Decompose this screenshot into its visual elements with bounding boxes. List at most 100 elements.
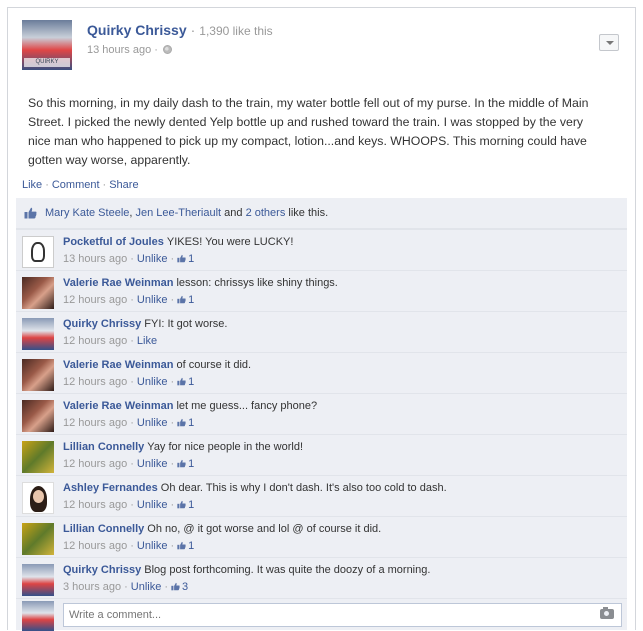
comment-like-toggle[interactable]: Unlike <box>137 417 168 429</box>
commenter-avatar[interactable] <box>22 523 54 555</box>
comment-like-count[interactable]: 1 <box>177 376 194 388</box>
likes-suffix: like this. <box>285 207 329 219</box>
comment-like-count[interactable]: 1 <box>177 294 194 306</box>
story-header: QUIRKY CHRISSY Quirky Chrissy·1,390 like… <box>22 20 625 80</box>
camera-icon[interactable] <box>600 607 614 619</box>
comment-item: Valerie Rae Weinman let me guess... fancy… <box>16 393 627 434</box>
author-line: Quirky Chrissy · 1,390 like this <box>87 22 273 38</box>
commenter-avatar[interactable] <box>22 318 54 350</box>
comment-meta: 12 hours ago · Unlike · 1 <box>63 540 195 552</box>
comment-meta: 12 hours ago · Unlike · 1 <box>63 294 195 306</box>
comment-link[interactable]: Comment <box>52 179 100 191</box>
like-link[interactable]: Like <box>22 179 42 191</box>
like-count: 1 <box>188 499 195 511</box>
comment-item: Pocketful of Joules YIKES! You were LUCKY… <box>16 229 627 270</box>
comment-timestamp[interactable]: 12 hours ago <box>63 294 127 306</box>
comment-like-toggle[interactable]: Unlike <box>137 499 168 511</box>
avatar-caption: QUIRKY CHRISSY <box>24 58 70 67</box>
comment-like-toggle[interactable]: Unlike <box>137 253 168 265</box>
comment-input[interactable] <box>63 603 622 627</box>
like-count: 1 <box>188 540 195 552</box>
commenter-avatar[interactable] <box>22 236 54 268</box>
comment-timestamp[interactable]: 12 hours ago <box>63 540 127 552</box>
commenter-name[interactable]: Lillian Connelly <box>63 523 144 535</box>
comment-like-count[interactable]: 1 <box>177 499 194 511</box>
commenter-name[interactable]: Lillian Connelly <box>63 441 144 453</box>
comment-text: Blog post forthcoming. It was quite the … <box>144 564 431 576</box>
comment-like-toggle[interactable]: Unlike <box>137 294 168 306</box>
like-count: 1 <box>188 458 195 470</box>
comment-timestamp[interactable]: 12 hours ago <box>63 499 127 511</box>
likes-text: Mary Kate Steele, Jen Lee-Theriault and … <box>45 207 328 219</box>
commenter-avatar[interactable] <box>22 359 54 391</box>
story-card: QUIRKY CHRISSY Quirky Chrissy·1,390 like… <box>7 7 636 631</box>
commenter-avatar[interactable] <box>22 400 54 432</box>
comment-item: Lillian Connelly Yay for nice people in t… <box>16 434 627 475</box>
comment-body: Quirky Chrissy FYI: It got worse. <box>63 318 227 330</box>
comment-timestamp[interactable]: 12 hours ago <box>63 458 127 470</box>
likes-and: and <box>221 207 246 219</box>
commenter-name[interactable]: Valerie Rae Weinman <box>63 359 173 371</box>
comment-like-count[interactable]: 1 <box>177 458 194 470</box>
commenter-name[interactable]: Pocketful of Joules <box>63 236 164 248</box>
comment-like-toggle[interactable]: Unlike <box>131 581 162 593</box>
comment-meta: 13 hours ago · Unlike · 1 <box>63 253 195 265</box>
comment-timestamp[interactable]: 13 hours ago <box>63 253 127 265</box>
post-meta: 13 hours ago · <box>87 44 173 56</box>
feedback-section: Mary Kate Steele, Jen Lee-Theriault and … <box>16 198 627 631</box>
commenter-avatar[interactable] <box>22 441 54 473</box>
comment-meta: 12 hours ago · Unlike · 1 <box>63 417 195 429</box>
meta-dot: · <box>154 44 158 56</box>
share-link[interactable]: Share <box>109 179 138 191</box>
comment-meta: 12 hours ago · Unlike · 1 <box>63 458 195 470</box>
thumbs-up-icon <box>177 418 186 427</box>
commenter-name[interactable]: Ashley Fernandes <box>63 482 158 494</box>
author-name[interactable]: Quirky Chrissy <box>87 22 187 38</box>
comment-body: Ashley Fernandes Oh dear. This is why I d… <box>63 482 447 494</box>
commenter-avatar[interactable] <box>22 482 54 514</box>
post-actions: Like · Comment · Share <box>8 175 635 195</box>
comment-text: Oh dear. This is why I don't dash. It's … <box>160 482 447 494</box>
comment-timestamp[interactable]: 12 hours ago <box>63 335 127 347</box>
comment-like-count[interactable]: 1 <box>177 417 194 429</box>
comment-like-toggle[interactable]: Unlike <box>137 376 168 388</box>
action-dot: · <box>102 179 107 191</box>
comment-timestamp[interactable]: 12 hours ago <box>63 376 127 388</box>
thumbs-up-icon <box>177 254 186 263</box>
commenter-name[interactable]: Quirky Chrissy <box>63 318 141 330</box>
comment-like-toggle[interactable]: Unlike <box>137 540 168 552</box>
commenter-name[interactable]: Quirky Chrissy <box>63 564 141 576</box>
comment-body: Valerie Rae Weinman let me guess... fancy… <box>63 400 317 412</box>
comment-item: Valerie Rae Weinman of course it did. 12 … <box>16 352 627 393</box>
page-avatar[interactable]: QUIRKY CHRISSY <box>22 20 72 70</box>
globe-icon[interactable] <box>163 45 173 54</box>
page-likes-count[interactable]: 1,390 like this <box>199 24 272 38</box>
comment-item: Ashley Fernandes Oh dear. This is why I d… <box>16 475 627 516</box>
liker-name[interactable]: Jen Lee-Theriault <box>136 207 222 219</box>
comment-timestamp[interactable]: 3 hours ago <box>63 581 121 593</box>
comment-item: Lillian Connelly Oh no, @ it got worse an… <box>16 516 627 557</box>
comment-timestamp[interactable]: 12 hours ago <box>63 417 127 429</box>
chevron-down-icon[interactable] <box>599 34 619 51</box>
commenter-avatar[interactable] <box>22 277 54 309</box>
comment-like-count[interactable]: 3 <box>171 581 188 593</box>
thumbs-up-icon <box>177 541 186 550</box>
comment-item: Quirky Chrissy Blog post forthcoming. It … <box>16 557 627 598</box>
likes-others-link[interactable]: 2 others <box>246 207 286 219</box>
comment-like-toggle[interactable]: Unlike <box>137 458 168 470</box>
commenter-name[interactable]: Valerie Rae Weinman <box>63 277 173 289</box>
like-count: 3 <box>182 581 189 593</box>
comment-like-count[interactable]: 1 <box>177 253 194 265</box>
liker-name[interactable]: Mary Kate Steele <box>45 207 129 219</box>
comment-item: Quirky Chrissy FYI: It got worse. 12 hour… <box>16 311 627 352</box>
comment-text: Oh no, @ it got worse and lol @ of cours… <box>147 523 382 535</box>
comment-meta: 3 hours ago · Unlike · 3 <box>63 581 189 593</box>
comment-meta: 12 hours ago · Unlike · 1 <box>63 499 195 511</box>
post-timestamp[interactable]: 13 hours ago <box>87 44 151 56</box>
comment-like-toggle[interactable]: Like <box>137 335 157 347</box>
comment-like-count[interactable]: 1 <box>177 540 194 552</box>
commenter-name[interactable]: Valerie Rae Weinman <box>63 400 173 412</box>
action-dot: · <box>45 179 49 191</box>
commenter-avatar[interactable] <box>22 564 54 596</box>
comment-body: Valerie Rae Weinman lesson: chrissys like… <box>63 277 338 289</box>
